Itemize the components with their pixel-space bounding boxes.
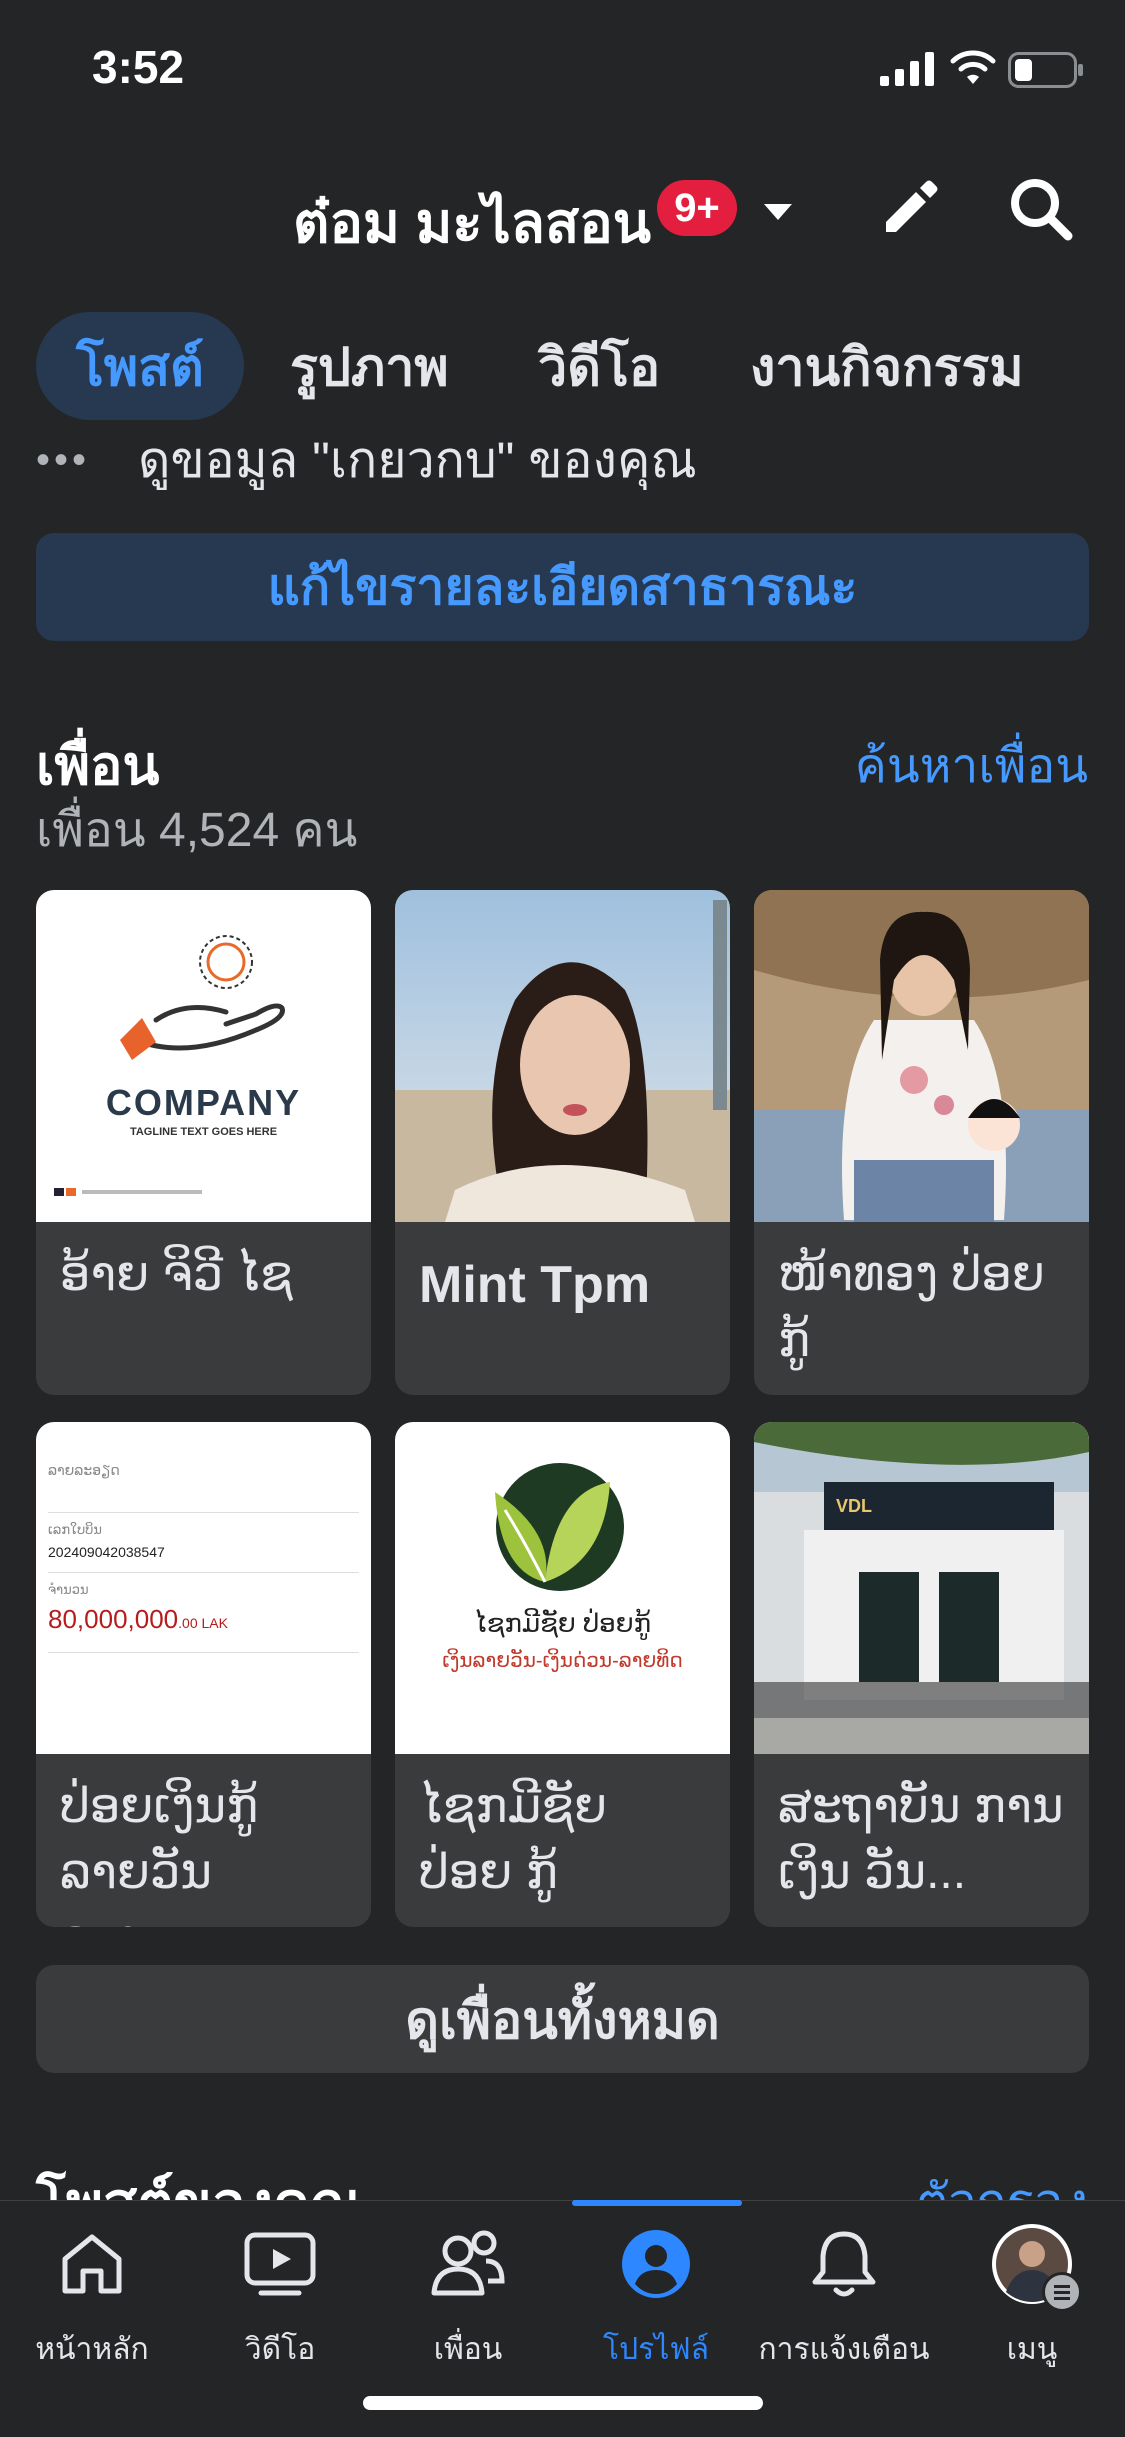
friend-card[interactable]: COMPANY TAGLINE TEXT GOES HERE ອ້າຍ ຈິວີ… bbox=[36, 890, 371, 1395]
friend-name: Mint Tpm bbox=[419, 1256, 651, 1314]
friend-card[interactable]: VDL ສະຖາບັນ ການເງິນ ວັນ... bbox=[754, 1422, 1089, 1927]
company-logo-text: COMPANY bbox=[105, 1082, 302, 1123]
edit-pencil-icon[interactable] bbox=[878, 176, 942, 245]
friends-count: เพื่อน 4,524 คน bbox=[36, 804, 358, 857]
nav-profile[interactable]: โปรไฟล์ bbox=[566, 2222, 746, 2373]
notification-badge: 9+ bbox=[657, 180, 737, 236]
nav-video-label: วิดีโอ bbox=[244, 2333, 316, 2366]
profile-icon bbox=[614, 2222, 698, 2306]
friend-name: ສະຖາບັນ ການເງິນ ວັນ... bbox=[778, 1780, 1064, 1899]
more-dots-icon: ••• bbox=[36, 437, 91, 482]
receipt-ref-label: ເລກໃບບິນ bbox=[48, 1522, 102, 1537]
receipt-amount: 80,000,000 bbox=[48, 1604, 179, 1634]
friend-card[interactable]: ໜ້າທອງ ປ່ອຍກູ້ bbox=[754, 890, 1089, 1395]
friend-photo bbox=[395, 890, 730, 1222]
wifi-icon bbox=[950, 48, 996, 91]
company-logo-tagline: TAGLINE TEXT GOES HERE bbox=[129, 1126, 278, 1138]
edit-public-details-button[interactable]: แก้ไขรายละเอียดสาธารณะ bbox=[36, 533, 1089, 641]
friend-photo-leaf-logo: ໄຊກມີຊັຍ ປ່ອຍກູ້ ເງິນລາຍວັນ-ເງິນດ່ວນ-ລາຍ… bbox=[395, 1422, 730, 1754]
home-indicator bbox=[363, 2396, 763, 2410]
friend-photo-receipt: ລາຍລະອຽດ ເລກໃບບິນ 202409042038547 ຈຳນວນ … bbox=[36, 1422, 371, 1754]
storefront-sign-text: VDL bbox=[836, 1496, 872, 1516]
friends-icon bbox=[426, 2222, 510, 2306]
about-text: ดูขอมูล "เกยวกบ" ของคุณ bbox=[138, 431, 697, 488]
signal-icon bbox=[880, 52, 936, 86]
profile-name-title[interactable]: ต๋อม มะไลสอน bbox=[293, 178, 651, 267]
menu-lines-icon bbox=[1042, 2272, 1082, 2312]
receipt-amount-label: ຈຳນວນ bbox=[48, 1582, 89, 1597]
status-time: 3:52 bbox=[92, 41, 185, 93]
bell-icon bbox=[802, 2222, 886, 2306]
friend-name: ປ່ອຍເງິນກູ້ ລາຍວັນ ລາຍ... bbox=[60, 1780, 259, 1927]
nav-notifications[interactable]: การแจ้งเตือน bbox=[754, 2222, 934, 2373]
find-friends-link[interactable]: ค้นหาเพื่อน bbox=[855, 728, 1088, 804]
friend-card[interactable]: ລາຍລະອຽດ ເລກໃບບິນ 202409042038547 ຈຳນວນ … bbox=[36, 1422, 371, 1927]
friend-photo-storefront: VDL bbox=[754, 1422, 1089, 1754]
tab-photos[interactable]: รูปภาพ bbox=[290, 312, 449, 420]
tab-posts[interactable]: โพสต์ bbox=[36, 312, 244, 420]
home-icon bbox=[50, 2222, 134, 2306]
menu-avatar-icon bbox=[990, 2222, 1082, 2312]
nav-profile-label: โปรไฟล์ bbox=[603, 2333, 709, 2366]
about-row[interactable]: ••• ดูขอมูล "เกยวกบ" ของคุณ bbox=[36, 425, 697, 495]
nav-video[interactable]: วิดีโอ bbox=[190, 2222, 370, 2373]
nav-menu[interactable]: เมนู bbox=[942, 2222, 1122, 2373]
see-all-friends-button[interactable]: ดูเพื่อนทั้งหมด bbox=[36, 1965, 1089, 2073]
search-icon[interactable] bbox=[1008, 176, 1074, 247]
friend-name: ອ້າຍ ຈິວີ ໄຊ bbox=[60, 1248, 293, 1301]
receipt-ref: 202409042038547 bbox=[48, 1544, 165, 1560]
chevron-down-icon[interactable] bbox=[762, 202, 794, 227]
friend-name: ໄຊກມີຊັຍ ປ່ອຍ ກູ້ bbox=[419, 1780, 608, 1899]
receipt-top-label: ລາຍລະອຽດ bbox=[48, 1462, 120, 1478]
receipt-amount-suffix: .00 LAK bbox=[178, 1615, 228, 1631]
logo-line2: ເງິນລາຍວັນ-ເງິນດ່ວນ-ລາຍທິດ bbox=[442, 1650, 683, 1672]
friend-name: ໜ້າທອງ ປ່ອຍກູ້ bbox=[778, 1248, 1045, 1367]
nav-friends-label: เพื่อน bbox=[433, 2333, 503, 2366]
nav-home-label: หน้าหลัก bbox=[35, 2333, 149, 2366]
nav-notifications-label: การแจ้งเตือน bbox=[758, 2333, 930, 2366]
tab-events[interactable]: งานกิจกรรม bbox=[750, 312, 1024, 420]
nav-friends[interactable]: เพื่อน bbox=[378, 2222, 558, 2373]
video-icon bbox=[238, 2222, 322, 2306]
friend-card[interactable]: ໄຊກມີຊັຍ ປ່ອຍກູ້ ເງິນລາຍວັນ-ເງິນດ່ວນ-ລາຍ… bbox=[395, 1422, 730, 1927]
nav-home[interactable]: หน้าหลัก bbox=[2, 2222, 182, 2373]
tab-videos[interactable]: วิดีโอ bbox=[538, 312, 660, 420]
friend-photo bbox=[754, 890, 1089, 1222]
logo-line1: ໄຊກມີຊັຍ ປ່ອຍກູ້ bbox=[473, 1608, 652, 1638]
battery-icon bbox=[1008, 52, 1084, 93]
friend-photo-company-logo: COMPANY TAGLINE TEXT GOES HERE bbox=[36, 890, 371, 1222]
nav-menu-label: เมนู bbox=[1006, 2333, 1058, 2366]
nav-active-indicator bbox=[572, 2200, 742, 2206]
friend-card[interactable]: Mint Tpm bbox=[395, 890, 730, 1395]
